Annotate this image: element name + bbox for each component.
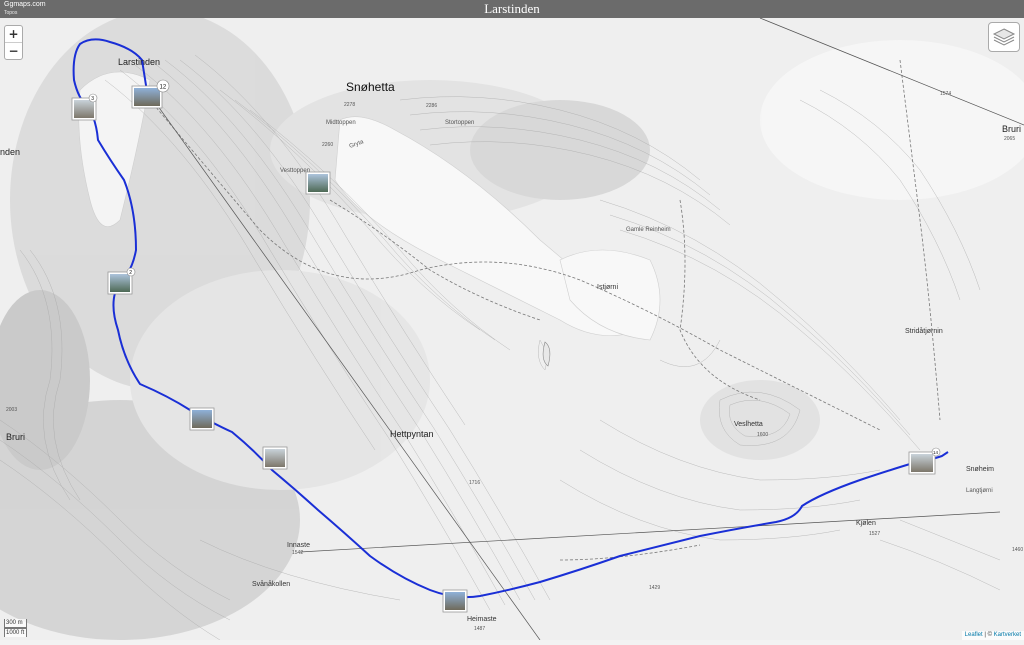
photo-marker-vesttoppen[interactable] xyxy=(305,171,331,195)
page-title: Larstinden xyxy=(484,1,540,16)
photo-marker-route-1[interactable] xyxy=(189,407,215,431)
photo-marker-route-2[interactable] xyxy=(262,446,288,470)
zoom-out-button[interactable]: − xyxy=(5,42,22,59)
scale-bar: 300 m 1000 ft xyxy=(4,619,27,637)
label-stridatjornin: Stridåtjørnin xyxy=(905,327,943,335)
elev-1460: 1460 xyxy=(1012,547,1023,553)
label-svanakollen: Svånåkollen xyxy=(252,580,290,588)
label-hettpyntan: Hettpyntan xyxy=(390,429,434,439)
elev-2260: 2260 xyxy=(322,142,333,148)
elev-1716: 1716 xyxy=(469,480,480,486)
elev-2286: 2286 xyxy=(426,103,437,109)
elev-1487: 1487 xyxy=(474,626,485,632)
site-logo[interactable]: Ggmaps.com Topos xyxy=(4,1,46,17)
label-langtjorni: Langtjørni xyxy=(966,488,993,494)
label-heimaste: Heimaste xyxy=(467,616,497,623)
elev-1429: 1429 xyxy=(649,585,660,591)
scale-imperial: 1000 ft xyxy=(4,628,27,637)
label-kjolen: Kjølen xyxy=(856,520,876,527)
attribution-separator: | © xyxy=(982,632,994,638)
leaflet-link[interactable]: Leaflet xyxy=(965,632,983,638)
layers-icon xyxy=(992,28,1016,46)
label-innaste: Innaste xyxy=(287,542,310,549)
title-bar: Ggmaps.com Topos Larstinden xyxy=(0,0,1024,18)
label-veslhetta: Veslhetta xyxy=(734,421,763,428)
elev-1574: 1574 xyxy=(940,91,951,97)
label-storttoppen: Stortoppen xyxy=(445,120,474,126)
elev-1600: 1600 xyxy=(757,432,768,438)
label-istjorni: Istjørni xyxy=(597,284,618,291)
scale-metric: 300 m xyxy=(4,619,27,628)
photo-marker-3[interactable]: 3 xyxy=(71,93,98,121)
label-nden: nden xyxy=(0,147,20,157)
logo-sub: Topos xyxy=(4,10,18,16)
elev-2278: 2278 xyxy=(344,102,355,108)
zoom-in-button[interactable]: + xyxy=(5,26,22,42)
elev-2003: 2003 xyxy=(6,407,17,413)
logo-name: Ggmaps.com xyxy=(4,1,46,8)
elev-2065: 2065 xyxy=(1004,136,1015,142)
photo-marker-snoheim[interactable]: 14 xyxy=(908,447,941,475)
label-snoheim: Snøheim xyxy=(966,466,994,473)
elev-1542: 1542 xyxy=(292,550,303,556)
zoom-control: + − xyxy=(4,25,23,60)
photo-count-3: 3 xyxy=(91,96,94,102)
elev-1527: 1527 xyxy=(869,531,880,537)
photo-count-2: 2 xyxy=(129,270,132,276)
photo-count-14: 14 xyxy=(933,450,939,455)
label-bruri-west: Bruri xyxy=(6,432,25,442)
layers-button[interactable] xyxy=(988,22,1020,52)
label-midttoppen: Midttoppen xyxy=(326,120,356,126)
label-snohetta: Snøhetta xyxy=(346,80,395,94)
kartverket-link[interactable]: Kartverket xyxy=(994,632,1021,638)
label-gamle-reinheim: Gamle Reinheim xyxy=(626,227,671,233)
topographic-map[interactable]: Larstinden Snøhetta 2278 2286 Midttoppen… xyxy=(0,0,1024,641)
attribution: Leaflet | © Kartverket xyxy=(961,631,1024,640)
photo-marker-heimaste[interactable] xyxy=(442,589,468,613)
label-larstinden: Larstinden xyxy=(118,57,160,67)
photo-count-12: 12 xyxy=(160,85,167,91)
label-vesttoppen: Vesttoppen xyxy=(280,168,310,174)
photo-marker-2[interactable]: 2 xyxy=(107,267,136,295)
label-bruri-east: Bruri xyxy=(1002,124,1021,134)
